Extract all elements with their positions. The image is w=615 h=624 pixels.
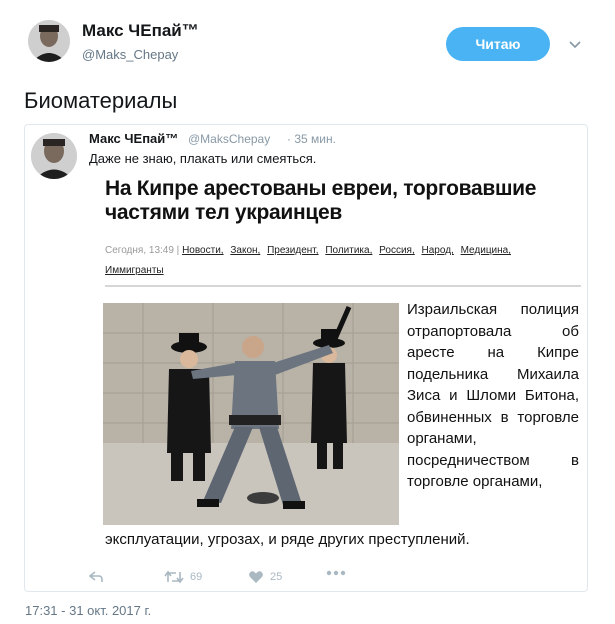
article-photo [103, 303, 399, 525]
article-tag: Закон, [230, 245, 261, 256]
quoted-author-avatar[interactable] [31, 133, 77, 179]
author-handle[interactable]: @Maks_Chepay [82, 47, 178, 62]
article-tag: Новости, [182, 245, 224, 256]
article-headline: На Кипре арестованы евреи, торговавшие ч… [105, 177, 537, 224]
tweet-text: Биоматериалы [24, 88, 178, 113]
article-tag: Россия, [379, 245, 415, 256]
author-name[interactable]: Макс ЧЕпай™ [82, 21, 199, 41]
reply-icon [88, 571, 103, 582]
like-count: 25 [270, 571, 283, 583]
article-date: Сегодня, 13:49 | [105, 245, 180, 256]
follow-button[interactable]: Читаю [446, 27, 550, 61]
quoted-tweet-card[interactable]: Макс ЧЕпай™ @MaksChepay · 35 мин. Даже н… [24, 124, 588, 592]
article-tag: Президент, [267, 245, 319, 256]
more-button[interactable] [326, 570, 346, 576]
quoted-time[interactable]: · 35 мин. [287, 132, 336, 146]
article-tag: Медицина, [460, 245, 511, 256]
quoted-author-handle[interactable]: @MaksChepay [188, 132, 270, 146]
quoted-text: Даже не знаю, плакать или смеяться. [89, 151, 317, 166]
article-screenshot: На Кипре арестованы евреи, торговавшие ч… [101, 173, 583, 567]
article-tag: Иммигранты [105, 265, 164, 276]
article-body-end: эксплуатации, угрозах, и ряде других пре… [105, 531, 470, 548]
like-icon [249, 571, 263, 583]
tweet-actions: 69 25 [24, 570, 588, 592]
reply-button[interactable] [88, 570, 104, 584]
author-avatar[interactable] [28, 20, 70, 62]
retweet-button[interactable]: 69 [164, 570, 202, 584]
more-icon [326, 570, 346, 576]
like-button[interactable]: 25 [248, 570, 282, 584]
article-tag: Народ, [421, 245, 454, 256]
article-divider [105, 285, 581, 287]
quoted-author-name[interactable]: Макс ЧЕпай™ [89, 131, 178, 146]
retweet-count: 69 [190, 571, 203, 583]
article-body: Израильская полиция отрапортовала об аре… [407, 301, 579, 490]
article-meta: Сегодня, 13:49 | Новости, Закон, Президе… [105, 241, 575, 281]
chevron-down-icon[interactable] [568, 37, 582, 51]
article-tag: Политика, [325, 245, 373, 256]
tweet-timestamp[interactable]: 17:31 - 31 окт. 2017 г. [25, 603, 151, 618]
retweet-icon [164, 570, 184, 584]
